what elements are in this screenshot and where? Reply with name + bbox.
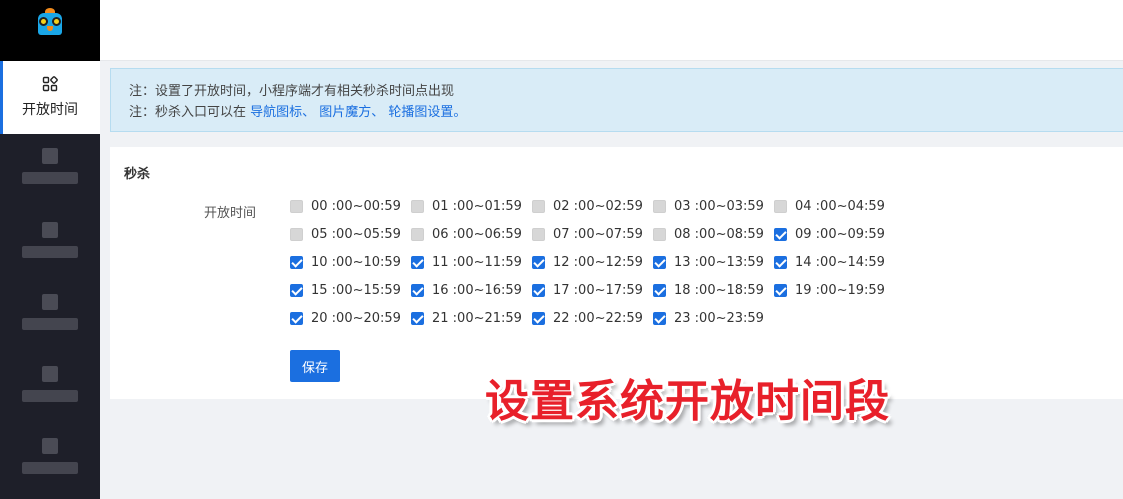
time-slot-label: 19 :00~19:59: [795, 282, 885, 298]
notice-line-2-prefix: 注：秒杀入口可以在: [129, 105, 247, 120]
checkbox-unchecked-icon[interactable]: [774, 199, 787, 213]
time-slot-checkbox[interactable]: 03 :00~03:59: [653, 196, 764, 216]
time-slot-checkbox[interactable]: 14 :00~14:59: [774, 252, 885, 272]
time-slot-label: 09 :00~09:59: [795, 226, 885, 242]
active-indicator: [0, 61, 3, 134]
checkbox-checked-icon[interactable]: [290, 311, 303, 325]
checkbox-checked-icon[interactable]: [290, 255, 303, 269]
sidebar-item-blurred[interactable]: [20, 148, 80, 192]
checkbox-checked-icon[interactable]: [774, 227, 787, 241]
time-slot-checkbox[interactable]: 13 :00~13:59: [653, 252, 764, 272]
time-slot-label: 14 :00~14:59: [795, 254, 885, 270]
notice-line-2: 注：秒杀入口可以在 导航图标、 图片魔方、 轮播图设置。: [129, 102, 1123, 123]
seckill-settings-card: 秒杀 开放时间 00 :00~00:59 01 :00~01:59 02 :00~0…: [110, 147, 1123, 399]
time-slot-checkbox[interactable]: 18 :00~18:59: [653, 280, 764, 300]
sidebar-item-open-time[interactable]: 开放时间: [0, 61, 100, 134]
time-slot-checkbox[interactable]: 09 :00~09:59: [774, 224, 885, 244]
owl-logo-icon: [36, 7, 64, 37]
checkbox-checked-icon[interactable]: [653, 311, 666, 325]
open-time-label: 开放时间: [204, 206, 257, 221]
time-slot-checkbox[interactable]: 05 :00~05:59: [290, 224, 401, 244]
time-slot-checkbox[interactable]: 00 :00~00:59: [290, 196, 401, 216]
sidebar-item-blurred[interactable]: [20, 294, 80, 338]
checkbox-unchecked-icon[interactable]: [653, 227, 666, 241]
save-button[interactable]: 保存: [290, 350, 340, 382]
time-slot-label: 03 :00~03:59: [674, 198, 764, 214]
time-slot-checkbox[interactable]: 11 :00~11:59: [411, 252, 522, 272]
time-slot-checkbox[interactable]: 21 :00~21:59: [411, 308, 522, 328]
time-slot-label: 11 :00~11:59: [432, 254, 522, 270]
time-slot-checkbox[interactable]: 22 :00~22:59: [532, 308, 643, 328]
overlay-caption: 设置系统开放时间段: [485, 376, 890, 427]
time-slot-label: 06 :00~06:59: [432, 226, 522, 242]
time-slot-label: 08 :00~08:59: [674, 226, 764, 242]
time-slot-label: 00 :00~00:59: [311, 198, 401, 214]
checkbox-checked-icon[interactable]: [774, 283, 787, 297]
checkbox-checked-icon[interactable]: [532, 283, 545, 297]
section-title: 秒杀: [124, 167, 151, 182]
time-slot-label: 18 :00~18:59: [674, 282, 764, 298]
time-slot-label: 04 :00~04:59: [795, 198, 885, 214]
top-header: [100, 0, 1123, 61]
time-slot-checkbox[interactable]: 01 :00~01:59: [411, 196, 522, 216]
checkbox-checked-icon[interactable]: [290, 283, 303, 297]
time-slot-label: 10 :00~10:59: [311, 254, 401, 270]
time-slot-checkbox[interactable]: 15 :00~15:59: [290, 280, 401, 300]
time-slot-label: 02 :00~02:59: [553, 198, 643, 214]
checkbox-unchecked-icon[interactable]: [411, 227, 424, 241]
time-slot-label: 20 :00~20:59: [311, 310, 401, 326]
time-slot-label: 13 :00~13:59: [674, 254, 764, 270]
time-slot-label: 22 :00~22:59: [553, 310, 643, 326]
time-slot-checkbox[interactable]: 19 :00~19:59: [774, 280, 885, 300]
time-slot-label: 12 :00~12:59: [553, 254, 643, 270]
sidebar-item-blurred[interactable]: [20, 366, 80, 410]
notice-box: 注：设置了开放时间，小程序端才有相关秒杀时间点出现 注：秒杀入口可以在 导航图标…: [110, 68, 1123, 132]
time-slot-checkbox[interactable]: 16 :00~16:59: [411, 280, 522, 300]
time-slot-checkbox[interactable]: 07 :00~07:59: [532, 224, 643, 244]
checkbox-checked-icon[interactable]: [653, 255, 666, 269]
checkbox-unchecked-icon[interactable]: [411, 199, 424, 213]
time-slot-label: 05 :00~05:59: [311, 226, 401, 242]
time-slot-label: 21 :00~21:59: [432, 310, 522, 326]
checkbox-checked-icon[interactable]: [411, 255, 424, 269]
sidebar-item-blurred[interactable]: [20, 438, 80, 482]
checkbox-unchecked-icon[interactable]: [290, 227, 303, 241]
time-slot-checkbox[interactable]: 23 :00~23:59: [653, 308, 764, 328]
time-slot-checkbox[interactable]: 04 :00~04:59: [774, 196, 885, 216]
notice-line-1: 注：设置了开放时间，小程序端才有相关秒杀时间点出现: [129, 84, 455, 99]
time-slot-label: 15 :00~15:59: [311, 282, 401, 298]
time-slot-checkbox[interactable]: 08 :00~08:59: [653, 224, 764, 244]
checkbox-unchecked-icon[interactable]: [653, 199, 666, 213]
time-slot-label: 07 :00~07:59: [553, 226, 643, 242]
time-slot-label: 17 :00~17:59: [553, 282, 643, 298]
time-slot-label: 23 :00~23:59: [674, 310, 764, 326]
checkbox-checked-icon[interactable]: [774, 255, 787, 269]
checkbox-checked-icon[interactable]: [411, 283, 424, 297]
sidebar-item-label: 开放时间: [22, 102, 78, 118]
sidebar: 开放时间: [0, 0, 100, 499]
checkbox-unchecked-icon[interactable]: [290, 199, 303, 213]
checkbox-checked-icon[interactable]: [532, 311, 545, 325]
time-slot-checkbox[interactable]: 20 :00~20:59: [290, 308, 401, 328]
logo-area: [0, 0, 100, 61]
checkbox-unchecked-icon[interactable]: [532, 227, 545, 241]
time-slot-label: 01 :00~01:59: [432, 198, 522, 214]
time-slot-checkbox[interactable]: 17 :00~17:59: [532, 280, 643, 300]
sidebar-item-blurred[interactable]: [20, 222, 80, 266]
checkbox-unchecked-icon[interactable]: [532, 199, 545, 213]
apps-icon: [42, 76, 58, 92]
notice-links[interactable]: 导航图标、 图片魔方、 轮播图设置。: [250, 105, 466, 120]
checkbox-checked-icon[interactable]: [653, 283, 666, 297]
time-slot-checkbox[interactable]: 10 :00~10:59: [290, 252, 401, 272]
time-slot-label: 16 :00~16:59: [432, 282, 522, 298]
time-slot-checkbox[interactable]: 02 :00~02:59: [532, 196, 643, 216]
time-slot-checkbox[interactable]: 12 :00~12:59: [532, 252, 643, 272]
time-slot-checkbox[interactable]: 06 :00~06:59: [411, 224, 522, 244]
checkbox-checked-icon[interactable]: [532, 255, 545, 269]
checkbox-checked-icon[interactable]: [411, 311, 424, 325]
